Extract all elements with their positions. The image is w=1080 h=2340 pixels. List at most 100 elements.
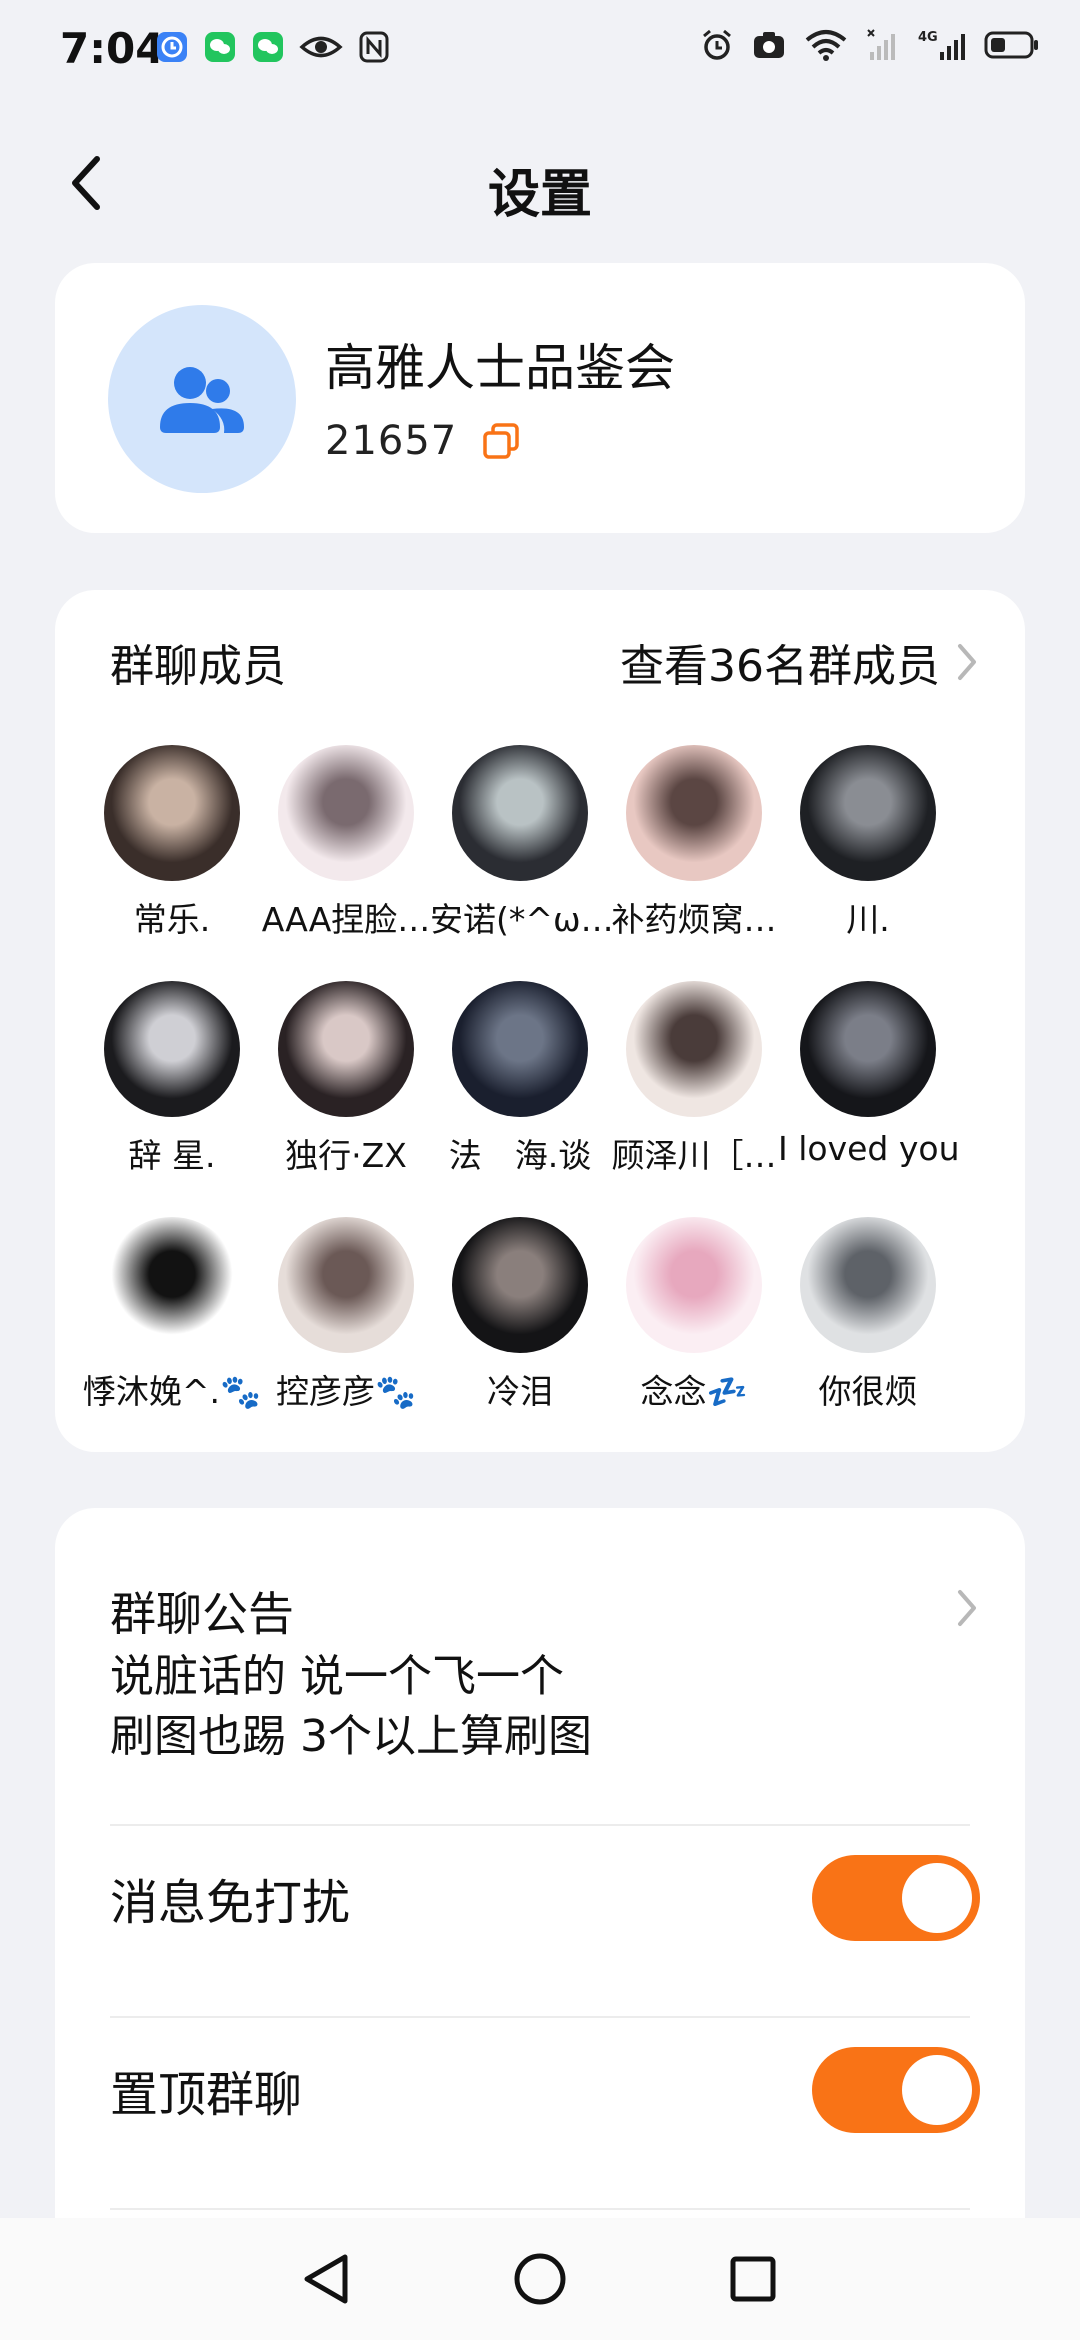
member-name: 念念💤 bbox=[640, 1372, 748, 1411]
member-name: 补药烦窝… bbox=[611, 900, 777, 939]
nav-back-button[interactable] bbox=[287, 2239, 367, 2319]
member-item[interactable]: 独行·ZX bbox=[259, 981, 433, 1217]
member-item[interactable]: 控彦彦🐾 bbox=[259, 1217, 433, 1453]
member-item[interactable]: 安诺(*^ω… bbox=[430, 745, 610, 981]
toggle-knob bbox=[902, 2055, 972, 2125]
member-avatar bbox=[626, 1217, 762, 1353]
4g-signal-icon: 4G bbox=[918, 30, 965, 60]
pin-toggle[interactable] bbox=[812, 2047, 980, 2133]
copy-id-button[interactable] bbox=[479, 419, 523, 463]
member-name: 控彦彦🐾 bbox=[275, 1372, 417, 1411]
clock-app-icon bbox=[157, 32, 187, 62]
view-all-members-link[interactable]: 查看36名群成员 bbox=[620, 630, 980, 694]
member-item[interactable]: 常乐. bbox=[85, 745, 259, 981]
alarm-icon bbox=[703, 29, 731, 60]
member-name: 川. bbox=[846, 900, 890, 939]
member-avatar bbox=[452, 981, 588, 1117]
setting-label: 置顶群聊 bbox=[110, 2067, 303, 2123]
member-name: 冷泪 bbox=[487, 1372, 553, 1411]
member-avatar bbox=[104, 981, 240, 1117]
member-item[interactable]: 川. bbox=[781, 745, 955, 981]
status-bar: 7:04 4G bbox=[0, 0, 1080, 100]
member-avatar bbox=[626, 981, 762, 1117]
member-avatar bbox=[452, 745, 588, 881]
mute-toggle[interactable] bbox=[812, 1855, 980, 1941]
member-avatar bbox=[104, 1217, 240, 1353]
member-item[interactable]: 辞 星. bbox=[85, 981, 259, 1217]
status-time: 7:04 bbox=[60, 24, 165, 73]
copy-icon bbox=[483, 423, 519, 459]
back-triangle-icon bbox=[304, 2254, 348, 2304]
member-avatar bbox=[278, 981, 414, 1117]
svg-text:4G: 4G bbox=[918, 30, 938, 45]
group-id-row: 21657 bbox=[325, 418, 523, 464]
chevron-right-icon bbox=[958, 644, 976, 680]
member-item[interactable]: 补药烦窝… bbox=[607, 745, 781, 981]
setting-label: 消息免打扰 bbox=[110, 1875, 351, 1931]
group-name: 高雅人士品鉴会 bbox=[325, 339, 675, 397]
member-avatar bbox=[800, 745, 936, 881]
setting-mute-notifications: 消息免打扰 bbox=[110, 1838, 980, 1958]
member-avatar bbox=[452, 1217, 588, 1353]
group-members-card: 群聊成员 查看36名群成员 常乐. AAA捏脸… 安诺(*^ω… 补药烦窝… 川. 辞 星… bbox=[55, 590, 1025, 1452]
header: 设置 bbox=[0, 130, 1080, 240]
member-item[interactable]: 悸沐娩^.🐾 bbox=[82, 1217, 262, 1453]
divider bbox=[110, 2016, 970, 2018]
divider bbox=[110, 1824, 970, 1826]
member-name: 顾泽川［… bbox=[611, 1136, 777, 1175]
status-right-icons: 4G bbox=[700, 28, 1040, 62]
member-name: 常乐. bbox=[133, 900, 211, 939]
member-avatar bbox=[278, 745, 414, 881]
member-name: 安诺(*^ω… bbox=[430, 900, 610, 939]
battery-icon bbox=[984, 31, 1038, 59]
group-profile-card[interactable]: 高雅人士品鉴会 21657 bbox=[55, 263, 1025, 533]
member-avatar bbox=[800, 981, 936, 1117]
divider bbox=[110, 2208, 970, 2210]
setting-pin-chat: 置顶群聊 bbox=[110, 2030, 980, 2150]
group-people-icon bbox=[160, 367, 244, 433]
camera-icon bbox=[754, 32, 784, 58]
nfc-icon bbox=[359, 31, 389, 63]
member-name: I loved you bbox=[778, 1129, 958, 1168]
signal-icon bbox=[867, 29, 895, 60]
members-header: 群聊成员 查看36名群成员 bbox=[110, 632, 980, 692]
wechat-icon bbox=[205, 32, 235, 62]
nav-recents-button[interactable] bbox=[713, 2239, 793, 2319]
member-item[interactable]: 冷泪 bbox=[433, 1217, 607, 1453]
eye-icon bbox=[299, 36, 343, 58]
nav-home-button[interactable] bbox=[500, 2239, 580, 2319]
member-item[interactable]: 顾泽川［… bbox=[607, 981, 781, 1217]
wechat-icon bbox=[253, 32, 283, 62]
member-item[interactable]: I loved you bbox=[778, 981, 958, 1217]
notice-line: 说脏话的 说一个飞一个 bbox=[110, 1651, 564, 1702]
notice-title: 群聊公告 bbox=[110, 1587, 294, 1641]
member-name: 独行·ZX bbox=[285, 1136, 407, 1175]
group-notice[interactable]: 群聊公告 说脏话的 说一个飞一个 刷图也踢 3个以上算刷图 bbox=[110, 1578, 980, 1778]
group-id: 21657 bbox=[325, 418, 458, 464]
recents-square-icon bbox=[730, 2256, 776, 2302]
status-left-icons bbox=[155, 30, 391, 64]
chevron-right-icon bbox=[958, 1590, 976, 1626]
member-item[interactable]: 念念💤 bbox=[607, 1217, 781, 1453]
wifi-icon bbox=[805, 30, 847, 61]
member-name: 辞 星. bbox=[128, 1136, 216, 1175]
member-item[interactable]: 法 海.谈 bbox=[433, 981, 607, 1217]
group-settings-card: 群聊公告 说脏话的 说一个飞一个 刷图也踢 3个以上算刷图 消息免打扰 置顶群聊 bbox=[55, 1508, 1025, 2340]
member-grid: 常乐. AAA捏脸… 安诺(*^ω… 补药烦窝… 川. 辞 星. 独行·ZX 法 海.谈 顾泽川… bbox=[82, 745, 1005, 1453]
member-item[interactable]: 你很烦 bbox=[781, 1217, 955, 1453]
member-name: AAA捏脸… bbox=[261, 900, 431, 939]
member-item[interactable]: AAA捏脸… bbox=[259, 745, 433, 981]
group-avatar[interactable] bbox=[108, 305, 296, 493]
page-title: 设置 bbox=[487, 165, 592, 225]
member-name: 你很烦 bbox=[818, 1372, 918, 1411]
member-name: 法 海.谈 bbox=[448, 1136, 592, 1175]
members-title: 群聊成员 bbox=[110, 641, 286, 692]
view-all-members-label: 查看36名群成员 bbox=[620, 641, 940, 692]
member-avatar bbox=[800, 1217, 936, 1353]
toggle-knob bbox=[902, 1863, 972, 1933]
system-nav-bar bbox=[0, 2218, 1080, 2340]
member-avatar bbox=[626, 745, 762, 881]
member-avatar bbox=[278, 1217, 414, 1353]
notice-line: 刷图也踢 3个以上算刷图 bbox=[110, 1711, 592, 1762]
member-name: 悸沐娩^.🐾 bbox=[82, 1372, 262, 1411]
